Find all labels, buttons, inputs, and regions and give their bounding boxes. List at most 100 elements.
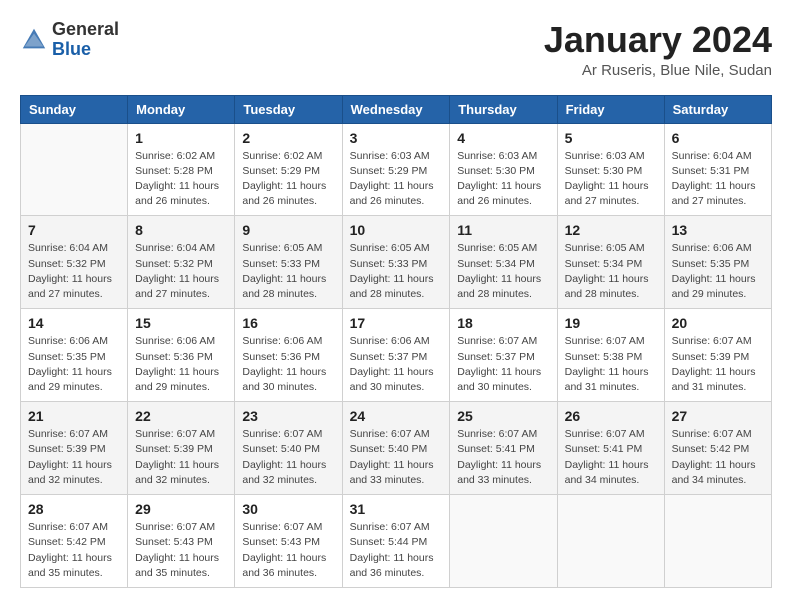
- daylight-text: Daylight: 11 hoursand 32 minutes.: [135, 458, 227, 488]
- day-number: 26: [565, 408, 657, 424]
- sunset-text: Sunset: 5:30 PM: [457, 164, 549, 179]
- daylight-text: Daylight: 11 hoursand 36 minutes.: [350, 551, 443, 581]
- day-number: 21: [28, 408, 120, 424]
- daylight-text: Daylight: 11 hoursand 28 minutes.: [242, 272, 334, 302]
- day-info: Sunrise: 6:06 AMSunset: 5:35 PMDaylight:…: [28, 334, 120, 395]
- sunset-text: Sunset: 5:33 PM: [242, 257, 334, 272]
- table-row: 24Sunrise: 6:07 AMSunset: 5:40 PMDayligh…: [342, 402, 450, 495]
- day-number: 8: [135, 222, 227, 238]
- day-number: 5: [565, 130, 657, 146]
- table-row: [21, 123, 128, 216]
- daylight-text: Daylight: 11 hoursand 30 minutes.: [350, 365, 443, 395]
- table-row: 31Sunrise: 6:07 AMSunset: 5:44 PMDayligh…: [342, 495, 450, 588]
- table-row: 22Sunrise: 6:07 AMSunset: 5:39 PMDayligh…: [128, 402, 235, 495]
- table-row: 4Sunrise: 6:03 AMSunset: 5:30 PMDaylight…: [450, 123, 557, 216]
- sunset-text: Sunset: 5:28 PM: [135, 164, 227, 179]
- sunset-text: Sunset: 5:39 PM: [135, 442, 227, 457]
- logo-blue-text: Blue: [52, 39, 91, 59]
- sunset-text: Sunset: 5:41 PM: [457, 442, 549, 457]
- sunrise-text: Sunrise: 6:06 AM: [28, 334, 120, 349]
- calendar-week-row: 14Sunrise: 6:06 AMSunset: 5:35 PMDayligh…: [21, 309, 772, 402]
- logo-icon: [20, 26, 48, 54]
- day-info: Sunrise: 6:04 AMSunset: 5:32 PMDaylight:…: [28, 241, 120, 302]
- table-row: 12 Sunrise: 6:05 AMSunset: 5:34 PMDayligh…: [557, 216, 664, 309]
- day-info: Sunrise: 6:05 AMSunset: 5:34 PMDaylight:…: [457, 241, 549, 302]
- daylight-text: Daylight: 11 hoursand 26 minutes.: [135, 179, 227, 209]
- day-info: Sunrise: 6:07 AMSunset: 5:39 PMDaylight:…: [672, 334, 764, 395]
- sunset-text: Sunset: 5:38 PM: [565, 350, 657, 365]
- calendar-week-row: 1Sunrise: 6:02 AMSunset: 5:28 PMDaylight…: [21, 123, 772, 216]
- daylight-text: Daylight: 11 hoursand 28 minutes.: [350, 272, 443, 302]
- sunset-text: Sunset: 5:42 PM: [28, 535, 120, 550]
- sunset-text: Sunset: 5:32 PM: [135, 257, 227, 272]
- day-info: Sunrise: 6:07 AMSunset: 5:42 PMDaylight:…: [28, 520, 120, 581]
- day-number: 23: [242, 408, 334, 424]
- table-row: [664, 495, 771, 588]
- daylight-text: Daylight: 11 hoursand 26 minutes.: [242, 179, 334, 209]
- sunrise-text: Sunrise: 6:07 AM: [565, 427, 657, 442]
- daylight-text: Daylight: 11 hoursand 31 minutes.: [672, 365, 764, 395]
- sunrise-text: Sunrise: 6:07 AM: [672, 427, 764, 442]
- table-row: 13Sunrise: 6:06 AMSunset: 5:35 PMDayligh…: [664, 216, 771, 309]
- day-number: 12: [565, 222, 657, 238]
- header-wednesday: Wednesday: [342, 95, 450, 123]
- header-thursday: Thursday: [450, 95, 557, 123]
- day-number: 28: [28, 501, 120, 517]
- sunset-text: Sunset: 5:36 PM: [242, 350, 334, 365]
- day-info: Sunrise: 6:07 AMSunset: 5:43 PMDaylight:…: [135, 520, 227, 581]
- table-row: 21Sunrise: 6:07 AMSunset: 5:39 PMDayligh…: [21, 402, 128, 495]
- day-info: Sunrise: 6:05 AMSunset: 5:34 PMDaylight:…: [565, 241, 657, 302]
- logo: General Blue: [20, 20, 119, 60]
- day-number: 6: [672, 130, 764, 146]
- daylight-text: Daylight: 11 hoursand 29 minutes.: [135, 365, 227, 395]
- day-number: 31: [350, 501, 443, 517]
- sunrise-text: Sunrise: 6:07 AM: [457, 427, 549, 442]
- day-info: Sunrise: 6:02 AMSunset: 5:29 PMDaylight:…: [242, 149, 334, 210]
- sunrise-text: Sunrise: 6:07 AM: [242, 427, 334, 442]
- sunrise-text: Sunrise: 6:07 AM: [457, 334, 549, 349]
- daylight-text: Daylight: 11 hoursand 29 minutes.: [672, 272, 764, 302]
- sunset-text: Sunset: 5:31 PM: [672, 164, 764, 179]
- day-number: 22: [135, 408, 227, 424]
- sunset-text: Sunset: 5:35 PM: [28, 350, 120, 365]
- sunset-text: Sunset: 5:29 PM: [242, 164, 334, 179]
- day-info: Sunrise: 6:06 AMSunset: 5:37 PMDaylight:…: [350, 334, 443, 395]
- day-number: 27: [672, 408, 764, 424]
- table-row: 20 Sunrise: 6:07 AMSunset: 5:39 PMDayligh…: [664, 309, 771, 402]
- table-row: 26 Sunrise: 6:07 AMSunset: 5:41 PMDayligh…: [557, 402, 664, 495]
- sunset-text: Sunset: 5:42 PM: [672, 442, 764, 457]
- day-info: Sunrise: 6:06 AMSunset: 5:36 PMDaylight:…: [135, 334, 227, 395]
- table-row: 29Sunrise: 6:07 AMSunset: 5:43 PMDayligh…: [128, 495, 235, 588]
- day-info: Sunrise: 6:04 AMSunset: 5:32 PMDaylight:…: [135, 241, 227, 302]
- day-number: 10: [350, 222, 443, 238]
- daylight-text: Daylight: 11 hoursand 34 minutes.: [565, 458, 657, 488]
- table-row: 8 Sunrise: 6:04 AMSunset: 5:32 PMDaylight…: [128, 216, 235, 309]
- day-number: 20: [672, 315, 764, 331]
- sunrise-text: Sunrise: 6:04 AM: [135, 241, 227, 256]
- day-info: Sunrise: 6:07 AMSunset: 5:40 PMDaylight:…: [350, 427, 443, 488]
- sunrise-text: Sunrise: 6:07 AM: [28, 427, 120, 442]
- day-number: 18: [457, 315, 549, 331]
- sunrise-text: Sunrise: 6:05 AM: [350, 241, 443, 256]
- sunset-text: Sunset: 5:40 PM: [350, 442, 443, 457]
- header-saturday: Saturday: [664, 95, 771, 123]
- sunrise-text: Sunrise: 6:03 AM: [457, 149, 549, 164]
- day-info: Sunrise: 6:05 AMSunset: 5:33 PMDaylight:…: [350, 241, 443, 302]
- day-number: 2: [242, 130, 334, 146]
- day-info: Sunrise: 6:07 AMSunset: 5:41 PMDaylight:…: [565, 427, 657, 488]
- day-info: Sunrise: 6:07 AMSunset: 5:37 PMDaylight:…: [457, 334, 549, 395]
- sunrise-text: Sunrise: 6:06 AM: [242, 334, 334, 349]
- day-info: Sunrise: 6:03 AMSunset: 5:29 PMDaylight:…: [350, 149, 443, 210]
- sunrise-text: Sunrise: 6:05 AM: [457, 241, 549, 256]
- sunset-text: Sunset: 5:43 PM: [135, 535, 227, 550]
- daylight-text: Daylight: 11 hoursand 32 minutes.: [28, 458, 120, 488]
- sunrise-text: Sunrise: 6:07 AM: [565, 334, 657, 349]
- sunset-text: Sunset: 5:33 PM: [350, 257, 443, 272]
- daylight-text: Daylight: 11 hoursand 28 minutes.: [457, 272, 549, 302]
- sunset-text: Sunset: 5:34 PM: [457, 257, 549, 272]
- day-info: Sunrise: 6:03 AMSunset: 5:30 PMDaylight:…: [457, 149, 549, 210]
- day-number: 30: [242, 501, 334, 517]
- daylight-text: Daylight: 11 hoursand 27 minutes.: [28, 272, 120, 302]
- table-row: 25Sunrise: 6:07 AMSunset: 5:41 PMDayligh…: [450, 402, 557, 495]
- header-friday: Friday: [557, 95, 664, 123]
